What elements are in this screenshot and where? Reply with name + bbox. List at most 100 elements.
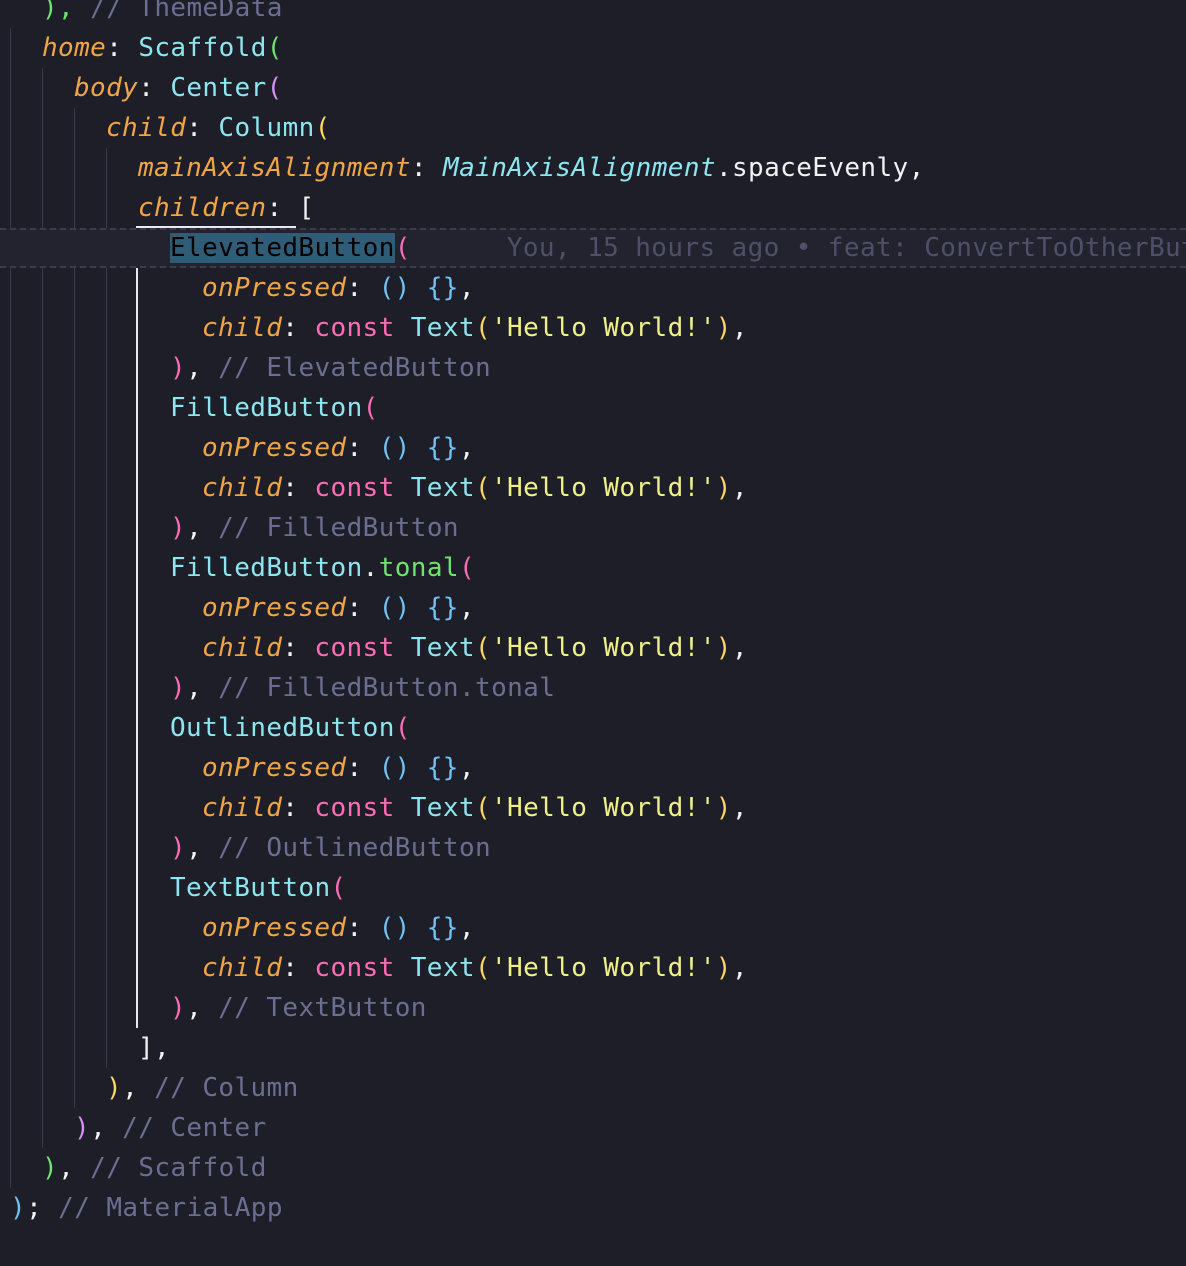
code-token: OutlinedButton	[170, 713, 395, 743]
code-line[interactable]: ), // FilledButton.tonal	[0, 668, 1186, 708]
code-token: Center	[170, 73, 267, 103]
code-line[interactable]: child: const Text('Hello World!'),	[0, 948, 1186, 988]
code-line[interactable]: TextButton(	[0, 868, 1186, 908]
code-line[interactable]: OutlinedButton(	[0, 708, 1186, 748]
code-line[interactable]: onPressed: () {},	[0, 268, 1186, 308]
code-token: ,	[186, 353, 219, 383]
code-line[interactable]: mainAxisAlignment: MainAxisAlignment.spa…	[0, 148, 1186, 188]
code-token: )	[715, 953, 732, 983]
code-line[interactable]: onPressed: () {},	[0, 748, 1186, 788]
code-token: (	[394, 713, 411, 743]
code-line[interactable]: onPressed: () {},	[0, 588, 1186, 628]
code-token: Text	[410, 473, 475, 503]
code-token: 'Hello World!'	[491, 793, 716, 823]
code-token: :	[346, 433, 379, 463]
code-token: (	[394, 233, 411, 263]
code-token: Text	[410, 633, 475, 663]
code-token: ,	[186, 993, 219, 1023]
code-editor[interactable]: ), // ThemeData home: Scaffold(body: Cent…	[0, 0, 1186, 1266]
code-token: (	[474, 633, 491, 663]
code-token: // FilledButton.tonal	[218, 673, 556, 703]
code-line[interactable]: onPressed: () {},	[0, 428, 1186, 468]
code-line[interactable]: onPressed: () {},	[0, 908, 1186, 948]
code-token: :	[138, 73, 171, 103]
code-token: ,	[458, 273, 475, 303]
code-token: const	[314, 953, 411, 983]
code-token: ElevatedButton	[170, 233, 395, 263]
code-token: const	[314, 633, 411, 663]
code-token: TextButton	[170, 873, 331, 903]
code-line[interactable]: children: [	[0, 188, 1186, 228]
code-line[interactable]: child: Column(	[0, 108, 1186, 148]
code-token: FilledButton	[170, 553, 363, 583]
code-token: ,	[731, 633, 748, 663]
code-token: )	[74, 1113, 91, 1143]
code-line[interactable]: child: const Text('Hello World!'),	[0, 468, 1186, 508]
code-token: :	[346, 273, 379, 303]
code-token: child	[202, 633, 283, 663]
code-token: child	[202, 313, 283, 343]
code-line[interactable]: child: const Text('Hello World!'),	[0, 788, 1186, 828]
code-token: home	[42, 33, 107, 63]
code-token: )	[170, 673, 187, 703]
code-token: () {}	[378, 593, 459, 623]
code-token: (	[266, 33, 283, 63]
code-line[interactable]: child: const Text('Hello World!'),	[0, 308, 1186, 348]
code-token: child	[202, 473, 283, 503]
code-line[interactable]: ), // Scaffold	[0, 1148, 1186, 1188]
code-token: mainAxisAlignment	[138, 153, 411, 183]
code-token: // ThemeData	[74, 0, 283, 23]
code-line[interactable]: FilledButton(	[0, 388, 1186, 428]
code-token: (	[362, 393, 379, 423]
code-token: const	[314, 313, 411, 343]
code-token: () {}	[378, 273, 459, 303]
code-token: body	[74, 73, 139, 103]
code-token: :	[410, 153, 444, 183]
code-token: // ElevatedButton	[218, 353, 492, 383]
code-line[interactable]: ), // ElevatedButton	[0, 348, 1186, 388]
code-line[interactable]: home: Scaffold(	[0, 28, 1186, 68]
code-line[interactable]: body: Center(	[0, 68, 1186, 108]
code-token: (	[458, 553, 476, 583]
code-token: () {}	[378, 753, 459, 783]
code-token: child	[106, 113, 187, 143]
code-line[interactable]: ), // FilledButton	[0, 508, 1186, 548]
current-code-line[interactable]: ElevatedButton( You, 15 hours ago • feat:…	[0, 228, 1186, 268]
code-token: MainAxisAlignment	[443, 153, 716, 183]
code-line[interactable]: FilledButton.tonal(	[0, 548, 1186, 588]
code-token: (	[266, 73, 283, 103]
code-token: )	[715, 633, 732, 663]
git-blame-annotation: You, 15 hours ago • feat: ConvertToOther…	[506, 233, 1186, 263]
code-token: :	[186, 113, 219, 143]
code-line[interactable]: ), // TextButton	[0, 988, 1186, 1028]
code-token: )	[170, 353, 187, 383]
code-token: (	[330, 873, 347, 903]
code-token: child	[202, 793, 283, 823]
code-token: // OutlinedButton	[218, 833, 492, 863]
code-token: ,	[186, 673, 219, 703]
code-token: )	[106, 1073, 123, 1103]
code-token: ,	[122, 1073, 155, 1103]
code-token: onPressed	[202, 593, 347, 623]
code-token: :	[346, 753, 379, 783]
code-token: :	[106, 33, 139, 63]
code-token: ,	[731, 953, 748, 983]
code-line[interactable]: ), // OutlinedButton	[0, 828, 1186, 868]
code-token: tonal	[378, 553, 459, 583]
code-token: 'Hello World!'	[491, 633, 716, 663]
code-token: ,	[58, 1153, 91, 1183]
code-line[interactable]: ); // MaterialApp	[0, 1188, 1186, 1228]
code-token: onPressed	[202, 913, 347, 943]
code-line[interactable]: ), // Column	[0, 1068, 1186, 1108]
code-token: .	[362, 553, 379, 583]
code-token: Text	[410, 793, 475, 823]
code-token: 'Hello World!'	[491, 313, 716, 343]
code-token: )	[715, 313, 732, 343]
code-token: // Column	[154, 1073, 299, 1103]
code-token: // Center	[122, 1113, 267, 1143]
code-line[interactable]: ), // ThemeData	[0, 0, 1186, 28]
code-line[interactable]: ],	[0, 1028, 1186, 1068]
code-line[interactable]: ), // Center	[0, 1108, 1186, 1148]
code-token: FilledButton	[170, 393, 363, 423]
code-line[interactable]: child: const Text('Hello World!'),	[0, 628, 1186, 668]
